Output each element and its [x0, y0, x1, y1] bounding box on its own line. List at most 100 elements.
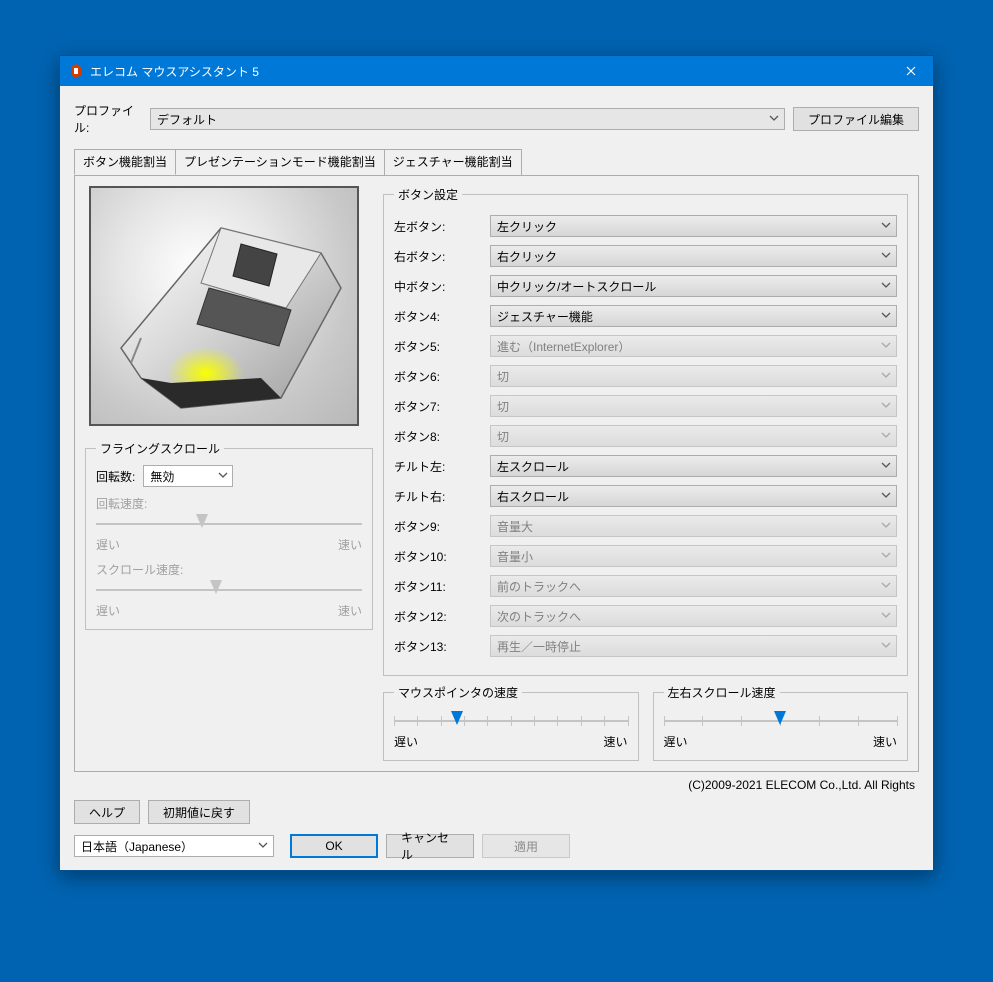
hscroll-speed-slider[interactable] — [664, 711, 898, 731]
button-assign-row: ボタン12:次のトラックへ — [394, 605, 897, 627]
chevron-down-icon — [880, 579, 892, 591]
tab-gesture[interactable]: ジェスチャー機能割当 — [384, 149, 522, 175]
button-assign-dropdown: 切 — [490, 395, 897, 417]
profile-row: プロファイル: デフォルト プロファイル編集 — [74, 102, 919, 136]
chevron-down-icon — [880, 219, 892, 231]
button-assign-dropdown: 前のトラックへ — [490, 575, 897, 597]
button-assign-row: ボタン8:切 — [394, 425, 897, 447]
button-label: ボタン5: — [394, 338, 490, 355]
window-title: エレコム マウスアシスタント 5 — [90, 63, 888, 80]
button-label: ボタン4: — [394, 308, 490, 325]
button-assign-dropdown: 音量小 — [490, 545, 897, 567]
button-assign-dropdown[interactable]: ジェスチャー機能 — [490, 305, 897, 327]
rotation-speed-label: 回転速度: — [96, 495, 362, 512]
button-assign-row: 左ボタン:左クリック — [394, 215, 897, 237]
button-label: ボタン9: — [394, 518, 490, 535]
button-assign-dropdown[interactable]: 右スクロール — [490, 485, 897, 507]
content-area: プロファイル: デフォルト プロファイル編集 ボタン機能割当 プレゼンテーション… — [60, 86, 933, 870]
button-assign-dropdown[interactable]: 左クリック — [490, 215, 897, 237]
button-assign-row: ボタン9:音量大 — [394, 515, 897, 537]
button-assign-row: 中ボタン:中クリック/オートスクロール — [394, 275, 897, 297]
profile-value: デフォルト — [157, 111, 217, 128]
button-assign-dropdown[interactable]: 左スクロール — [490, 455, 897, 477]
copyright-text: (C)2009-2021 ELECOM Co.,Ltd. All Rights — [74, 778, 915, 792]
button-settings-legend: ボタン設定 — [394, 186, 462, 203]
chevron-down-icon — [880, 489, 892, 501]
cancel-button[interactable]: キャンセル — [386, 834, 474, 858]
language-dropdown[interactable]: 日本語（Japanese） — [74, 835, 274, 857]
chevron-down-icon — [880, 459, 892, 471]
rotation-speed-slider — [96, 514, 362, 534]
chevron-down-icon — [768, 112, 780, 124]
pointer-speed-group: マウスポインタの速度 遅い速い — [383, 684, 639, 761]
button-assign-row: ボタン4:ジェスチャー機能 — [394, 305, 897, 327]
app-icon — [68, 63, 84, 79]
profile-dropdown[interactable]: デフォルト — [150, 108, 785, 130]
button-assign-row: ボタン6:切 — [394, 365, 897, 387]
button-assign-row: ボタン7:切 — [394, 395, 897, 417]
profile-edit-button[interactable]: プロファイル編集 — [793, 107, 919, 131]
button-assign-dropdown: 切 — [490, 425, 897, 447]
tab-button-assign[interactable]: ボタン機能割当 — [74, 149, 176, 175]
reset-button[interactable]: 初期値に戻す — [148, 800, 250, 824]
rotation-count-dropdown[interactable]: 無効 — [143, 465, 233, 487]
flying-scroll-group: フライングスクロール 回転数: 無効 回転速度: 遅い速い スク — [85, 440, 373, 630]
left-column: フライングスクロール 回転数: 無効 回転速度: 遅い速い スク — [85, 186, 373, 761]
pointer-speed-legend: マウスポインタの速度 — [394, 684, 522, 701]
button-assign-row: ボタン5:進む（InternetExplorer） — [394, 335, 897, 357]
button-label: ボタン7: — [394, 398, 490, 415]
button-settings-group: ボタン設定 左ボタン:左クリック右ボタン:右クリック中ボタン:中クリック/オート… — [383, 186, 908, 676]
button-assign-dropdown[interactable]: 右クリック — [490, 245, 897, 267]
flying-scroll-legend: フライングスクロール — [96, 440, 224, 457]
rotation-count-label: 回転数: — [96, 468, 135, 485]
chevron-down-icon — [880, 399, 892, 411]
button-assign-row: ボタン13:再生／一時停止 — [394, 635, 897, 657]
button-label: チルト左: — [394, 458, 490, 475]
button-label: 中ボタン: — [394, 278, 490, 295]
button-label: 右ボタン: — [394, 248, 490, 265]
chevron-down-icon — [880, 639, 892, 651]
chevron-down-icon — [880, 339, 892, 351]
button-label: ボタン6: — [394, 368, 490, 385]
titlebar: エレコム マウスアシスタント 5 — [60, 56, 933, 86]
button-assign-row: 右ボタン:右クリック — [394, 245, 897, 267]
chevron-down-icon — [880, 279, 892, 291]
right-column: ボタン設定 左ボタン:左クリック右ボタン:右クリック中ボタン:中クリック/オート… — [383, 186, 908, 761]
button-assign-row: チルト左:左スクロール — [394, 455, 897, 477]
button-assign-row: ボタン10:音量小 — [394, 545, 897, 567]
tab-body: フライングスクロール 回転数: 無効 回転速度: 遅い速い スク — [74, 175, 919, 772]
tab-strip: ボタン機能割当 プレゼンテーションモード機能割当 ジェスチャー機能割当 — [74, 149, 919, 176]
button-label: ボタン8: — [394, 428, 490, 445]
ok-button[interactable]: OK — [290, 834, 378, 858]
apply-button: 適用 — [482, 834, 570, 858]
button-label: ボタン11: — [394, 578, 490, 595]
pointer-speed-slider[interactable] — [394, 711, 628, 731]
button-assign-dropdown: 切 — [490, 365, 897, 387]
button-assign-dropdown: 再生／一時停止 — [490, 635, 897, 657]
chevron-down-icon — [257, 839, 269, 851]
chevron-down-icon — [880, 519, 892, 531]
chevron-down-icon — [880, 369, 892, 381]
chevron-down-icon — [880, 309, 892, 321]
chevron-down-icon — [880, 549, 892, 561]
help-button[interactable]: ヘルプ — [74, 800, 140, 824]
chevron-down-icon — [217, 469, 229, 481]
button-assign-dropdown: 音量大 — [490, 515, 897, 537]
app-window: エレコム マウスアシスタント 5 プロファイル: デフォルト プロファイル編集 … — [59, 55, 934, 871]
hscroll-speed-legend: 左右スクロール速度 — [664, 684, 780, 701]
close-button[interactable] — [888, 56, 933, 86]
hscroll-speed-group: 左右スクロール速度 遅い速い — [653, 684, 909, 761]
profile-label: プロファイル: — [74, 102, 142, 136]
mouse-image — [89, 186, 359, 426]
chevron-down-icon — [880, 429, 892, 441]
chevron-down-icon — [880, 609, 892, 621]
scroll-speed-slider — [96, 580, 362, 600]
tab-presentation[interactable]: プレゼンテーションモード機能割当 — [175, 149, 385, 175]
button-label: ボタン12: — [394, 608, 490, 625]
scroll-speed-label: スクロール速度: — [96, 561, 362, 578]
button-assign-dropdown: 進む（InternetExplorer） — [490, 335, 897, 357]
button-label: 左ボタン: — [394, 218, 490, 235]
button-label: ボタン10: — [394, 548, 490, 565]
chevron-down-icon — [880, 249, 892, 261]
button-assign-dropdown[interactable]: 中クリック/オートスクロール — [490, 275, 897, 297]
